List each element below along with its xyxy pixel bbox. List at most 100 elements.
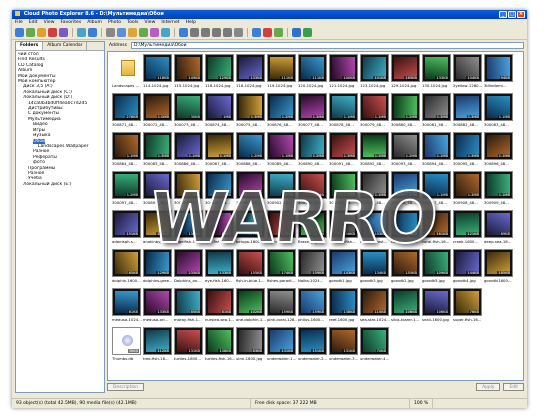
toolbar-tool-icon[interactable] bbox=[117, 28, 126, 37]
photo-thumbnail[interactable]: 110KB sea-star-1024... bbox=[360, 288, 390, 326]
edit-button[interactable]: Edit bbox=[503, 383, 524, 391]
photo-thumbnail[interactable]: 276KB 300871_48... bbox=[112, 93, 141, 131]
photo-thumbnail[interactable]: 111KB 120-1024.jpg bbox=[298, 54, 327, 92]
photo-thumbnail[interactable]: 1.2MB 300097_48... bbox=[112, 171, 141, 209]
photo-thumbnail[interactable]: 1.1MB 300896_48... bbox=[484, 132, 513, 170]
photo-thumbnail[interactable]: 1.3MB 300091_48... bbox=[329, 132, 358, 170]
photo-thumbnail[interactable]: 85KB moray-fish-1... bbox=[174, 288, 203, 326]
photo-thumbnail[interactable]: 76KB beluga-1600... bbox=[236, 210, 265, 248]
toolbar-tool-icon[interactable] bbox=[190, 28, 199, 37]
photo-thumbnail[interactable]: 76KB super-fish-16... bbox=[453, 288, 482, 326]
photo-thumbnail[interactable]: 138KB reef-1600.jpg bbox=[329, 288, 358, 326]
photo-thumbnail[interactable]: 1.2MB 300906_48... bbox=[391, 171, 420, 209]
photo-thumbnail[interactable]: 1.3MB 300095_48... bbox=[453, 132, 482, 170]
toolbar-tool-icon[interactable] bbox=[252, 28, 261, 37]
photo-thumbnail[interactable]: 155KB fish-in-blue-1... bbox=[236, 249, 265, 287]
photo-thumbnail[interactable]: 178KB anakinbyJ... bbox=[143, 210, 172, 248]
photo-thumbnail[interactable]: 176KB big-coral-ree... bbox=[267, 210, 296, 248]
photo-thumbnail[interactable]: 1.1MB 300878_48... bbox=[329, 93, 358, 131]
photo-thumbnail[interactable]: 1.1MB 300901_48... bbox=[236, 171, 265, 209]
menu-item-tools[interactable]: Tools bbox=[127, 19, 138, 26]
toolbar-tool-icon[interactable] bbox=[201, 28, 210, 37]
photo-thumbnail[interactable]: 1.1MB 300907_48... bbox=[422, 171, 451, 209]
photo-thumbnail[interactable]: 159KB pink-coral-128... bbox=[267, 288, 297, 326]
photo-thumbnail[interactable]: 70KB underwater-4... bbox=[360, 327, 389, 365]
photo-thumbnail[interactable]: 1.3MB 300882_48... bbox=[453, 93, 482, 131]
photo-thumbnail[interactable]: 151KB adamsph-s... bbox=[112, 210, 141, 248]
tab-album-calendar[interactable]: Album Calendar bbox=[43, 42, 88, 50]
photo-thumbnail[interactable]: 1.2MB 300876_48... bbox=[267, 93, 296, 131]
toolbar-tool-icon[interactable] bbox=[179, 28, 188, 37]
menu-item-file[interactable]: File bbox=[15, 19, 23, 26]
photo-thumbnail[interactable]: 106KB silca-kizzer-1... bbox=[391, 288, 420, 326]
photo-thumbnail[interactable]: 1.2MB 300093_48... bbox=[391, 132, 420, 170]
photo-thumbnail[interactable]: 144KB gorodk4.jpg bbox=[453, 249, 482, 287]
menu-item-favorites[interactable]: Favorites bbox=[61, 19, 82, 26]
photo-thumbnail[interactable]: 109KB gorodk5.jpg bbox=[422, 249, 451, 287]
photo-thumbnail[interactable]: 1.2MB 300880_48... bbox=[391, 93, 420, 131]
photo-thumbnail[interactable]: 106KB butterflyfish... bbox=[329, 210, 358, 248]
tree-item[interactable]: Локальный диск (E:) bbox=[18, 182, 102, 187]
photo-thumbnail[interactable]: 61KB medusa-1024... bbox=[112, 288, 142, 326]
photo-thumbnail[interactable]: 83KB uinn-1600.jpg bbox=[236, 327, 265, 365]
photo-thumbnail[interactable]: 1.3MB 300085_48... bbox=[143, 132, 172, 170]
photo-thumbnail[interactable]: 103KB chelmonrost... bbox=[360, 210, 389, 248]
toolbar-tool-icon[interactable] bbox=[274, 28, 283, 37]
photo-thumbnail[interactable]: 112KB tree-fish-16... bbox=[143, 327, 172, 365]
address-field[interactable]: D:\Мультимедиа\Обои bbox=[131, 42, 524, 49]
toolbar-tool-icon[interactable] bbox=[128, 28, 137, 37]
photo-thumbnail[interactable]: 30KB 300073_48... bbox=[174, 93, 203, 131]
photo-thumbnail[interactable]: 133KB 118-1024.jpg bbox=[236, 54, 265, 92]
toolbar-tool-icon[interactable] bbox=[26, 28, 35, 37]
toolbar-tool-icon[interactable] bbox=[15, 28, 24, 37]
description-button[interactable]: Description bbox=[107, 383, 145, 391]
photo-thumbnail[interactable]: 1.2MB 300890_48... bbox=[298, 132, 327, 170]
photo-thumbnail[interactable]: 1.2MB 300902_48... bbox=[267, 171, 296, 209]
apply-button[interactable]: Apply bbox=[476, 383, 501, 391]
photo-thumbnail[interactable]: 235KB Dolphins_on... bbox=[174, 249, 203, 287]
photo-thumbnail[interactable]: 106KB snail-1600.jpg bbox=[422, 288, 451, 326]
photo-thumbnail[interactable]: 159KB philus-1600... bbox=[298, 288, 327, 326]
menu-item-internet[interactable]: Internet bbox=[161, 19, 179, 26]
photo-thumbnail[interactable]: 138KB turtles-fish-16... bbox=[205, 327, 235, 365]
photo-thumbnail[interactable]: 83KB ape-fishe-16... bbox=[205, 210, 234, 248]
photo-thumbnail[interactable]: 101KB 123-1024.jpg bbox=[360, 54, 389, 92]
toolbar-tool-icon[interactable] bbox=[88, 28, 97, 37]
photo-thumbnail[interactable]: 131KB underwater-3... bbox=[329, 327, 358, 365]
toolbar-tool-icon[interactable] bbox=[59, 28, 68, 37]
photo-thumbnail[interactable]: 94KB 3tilledemi... bbox=[484, 54, 513, 92]
toolbar-tool-icon[interactable] bbox=[150, 28, 159, 37]
photo-thumbnail[interactable]: 155KB gorodk2.jpg bbox=[391, 249, 420, 287]
photo-thumbnail[interactable]: 1MB 300874_48... bbox=[205, 93, 234, 131]
photo-thumbnail[interactable]: 133KB eye-fish-160... bbox=[205, 249, 234, 287]
photo-thumbnail[interactable]: 1.1MB 300087_48... bbox=[205, 132, 234, 170]
photo-thumbnail[interactable]: 36KB Thumbs.db bbox=[112, 327, 141, 365]
photo-thumbnail[interactable]: 1.1MB 300903_48... bbox=[298, 171, 327, 209]
photo-thumbnail[interactable]: 1.3MB 300904_48... bbox=[329, 171, 358, 209]
toolbar-tool-icon[interactable] bbox=[161, 28, 170, 37]
photo-thumbnail[interactable]: 1.3MB 300081_48... bbox=[422, 93, 451, 131]
photo-thumbnail[interactable]: 1.2MB 300898_48... bbox=[143, 171, 172, 209]
toolbar-tool-icon[interactable] bbox=[263, 28, 272, 37]
photo-thumbnail[interactable]: 121KB creek-1600... bbox=[453, 210, 482, 248]
photo-thumbnail[interactable]: 1.1MB 300083_48... bbox=[484, 93, 513, 131]
toolbar-tool-icon[interactable] bbox=[139, 28, 148, 37]
photo-thumbnail[interactable]: 1.3MB 300900_48... bbox=[205, 171, 234, 209]
photo-thumbnail[interactable]: 148KB corals-1024... bbox=[391, 210, 420, 248]
photo-thumbnail[interactable]: 133KB medusa-orl... bbox=[143, 288, 172, 326]
photo-thumbnail[interactable]: 185KB gorodkl1600... bbox=[484, 249, 513, 287]
photo-thumbnail[interactable]: 129KB dolphins-gree... bbox=[143, 249, 173, 287]
photo-thumbnail[interactable]: 131KB turtles-1600... bbox=[174, 327, 203, 365]
menu-item-view[interactable]: View bbox=[144, 19, 155, 26]
photo-thumbnail[interactable]: 161KB coral-fish-16... bbox=[422, 210, 451, 248]
tab-folders[interactable]: Folders bbox=[16, 42, 44, 50]
toolbar-tool-icon[interactable] bbox=[77, 28, 86, 37]
photo-thumbnail[interactable]: 1.1MB 300079_48... bbox=[360, 93, 389, 131]
photo-thumbnail[interactable]: 134KB gorodk3.jpg bbox=[360, 249, 389, 287]
toolbar-tool-icon[interactable] bbox=[223, 28, 232, 37]
photo-thumbnail[interactable]: 1.1MB 300909_48... bbox=[484, 171, 513, 209]
photo-thumbnail[interactable]: 131KB underwater-1... bbox=[267, 327, 296, 365]
photo-thumbnail[interactable]: 261KB Brasel.jpg bbox=[298, 210, 327, 248]
photo-thumbnail[interactable]: 1.1MB 300089_48... bbox=[267, 132, 296, 170]
menu-item-album[interactable]: Album bbox=[87, 19, 102, 26]
